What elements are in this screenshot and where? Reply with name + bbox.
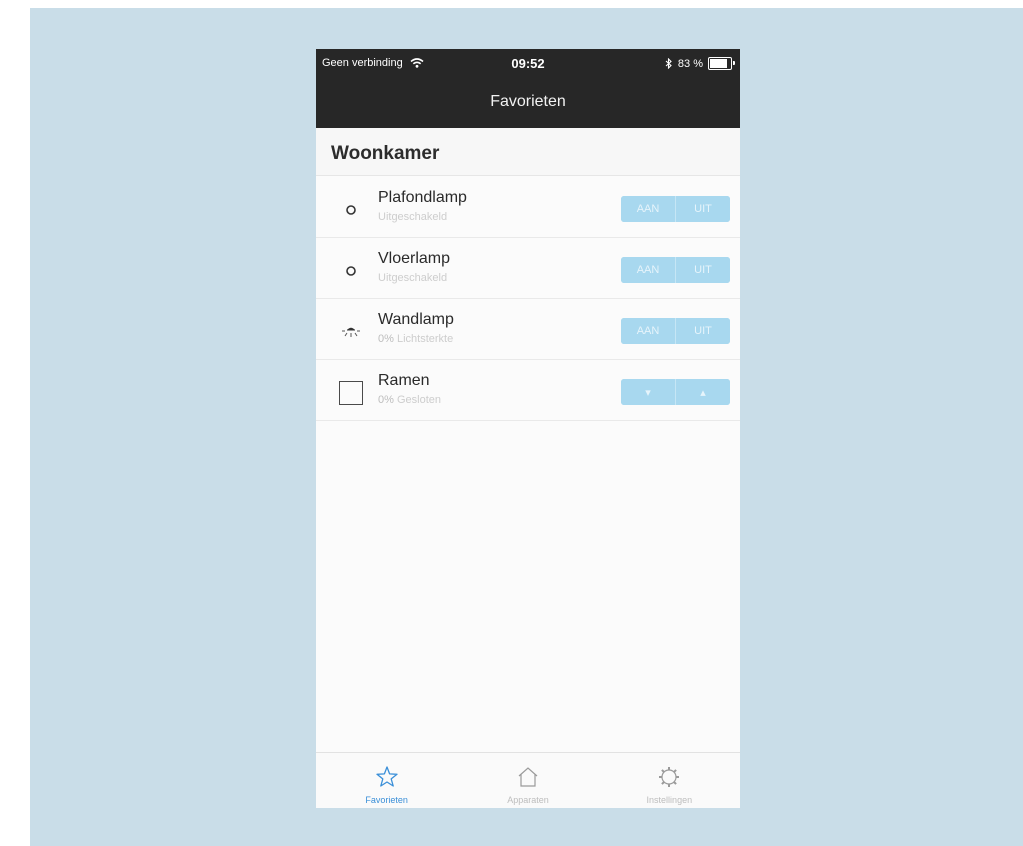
- device-name: Wandlamp: [378, 311, 454, 328]
- on-off-button-group: AAN UIT: [621, 257, 730, 283]
- tab-favorieten[interactable]: Favorieten: [316, 753, 457, 808]
- tab-label: Instellingen: [646, 795, 693, 805]
- battery-group: 83 %: [665, 57, 735, 70]
- battery-fill: [710, 59, 727, 68]
- tab-bar: Favorieten Apparaten Instellingen: [316, 752, 740, 808]
- device-status-text: Lichtsterkte: [396, 333, 454, 345]
- device-status: Uitgeschakeld: [378, 272, 447, 284]
- off-button[interactable]: UIT: [675, 257, 730, 283]
- device-status-value: 0%: [378, 394, 394, 406]
- device-list: Plafondlamp Uitgeschakeld AAN UIT Vloerl…: [316, 177, 740, 421]
- tab-label: Apparaten: [507, 795, 549, 805]
- battery-icon: [708, 57, 735, 70]
- empty-content-area: [316, 421, 740, 753]
- off-button[interactable]: UIT: [675, 318, 730, 344]
- device-name: Ramen: [378, 372, 430, 389]
- device-status-text: Uitgeschakeld: [378, 272, 448, 284]
- battery-percentage: 83 %: [677, 57, 703, 70]
- phone-screen: Geen verbinding 09:52 83 % Favorieten Wo…: [316, 49, 740, 808]
- tab-apparaten[interactable]: Apparaten: [457, 753, 598, 808]
- status-bar: Geen verbinding 09:52 83 %: [316, 49, 740, 79]
- device-row-plafondlamp[interactable]: Plafondlamp Uitgeschakeld AAN UIT: [316, 177, 740, 238]
- device-status: 0% Gesloten: [378, 394, 441, 406]
- device-name: Vloerlamp: [378, 250, 451, 267]
- window-blind-icon: [336, 378, 366, 408]
- battery-tip: [733, 61, 735, 65]
- tab-label: Favorieten: [365, 795, 408, 805]
- device-status-text: Gesloten: [396, 394, 441, 406]
- bluetooth-icon: [665, 58, 672, 69]
- lamp-off-icon: [336, 195, 366, 225]
- navigation-header: Geen verbinding 09:52 83 % Favorieten: [316, 49, 740, 128]
- on-off-button-group: AAN UIT: [621, 318, 730, 344]
- on-button[interactable]: AAN: [621, 257, 675, 283]
- blind-button-group: ▾ ▴: [621, 379, 730, 405]
- device-row-vloerlamp[interactable]: Vloerlamp Uitgeschakeld AAN UIT: [316, 238, 740, 299]
- device-status: 0% Lichtsterkte: [378, 333, 453, 345]
- room-section-header: Woonkamer: [316, 128, 740, 176]
- device-row-ramen[interactable]: Ramen 0% Gesloten ▾ ▴: [316, 360, 740, 421]
- gear-icon: [659, 767, 680, 787]
- tab-instellingen[interactable]: Instellingen: [599, 753, 740, 808]
- device-status-value: 0%: [378, 333, 394, 345]
- house-icon: [518, 767, 538, 787]
- device-row-wandlamp[interactable]: Wandlamp 0% Lichtsterkte AAN UIT: [316, 299, 740, 360]
- lamp-off-icon: [336, 256, 366, 286]
- on-off-button-group: AAN UIT: [621, 196, 730, 222]
- page-title: Favorieten: [490, 93, 566, 110]
- blind-down-button[interactable]: ▾: [621, 379, 675, 405]
- device-status: Uitgeschakeld: [378, 211, 447, 223]
- dimmer-lamp-icon: [336, 317, 366, 347]
- room-title: Woonkamer: [331, 143, 440, 164]
- on-button[interactable]: AAN: [621, 196, 675, 222]
- on-button[interactable]: AAN: [621, 318, 675, 344]
- star-icon: [376, 766, 398, 787]
- device-name: Plafondlamp: [378, 189, 467, 206]
- off-button[interactable]: UIT: [675, 196, 730, 222]
- blind-up-button[interactable]: ▴: [675, 379, 730, 405]
- device-status-text: Uitgeschakeld: [378, 211, 448, 223]
